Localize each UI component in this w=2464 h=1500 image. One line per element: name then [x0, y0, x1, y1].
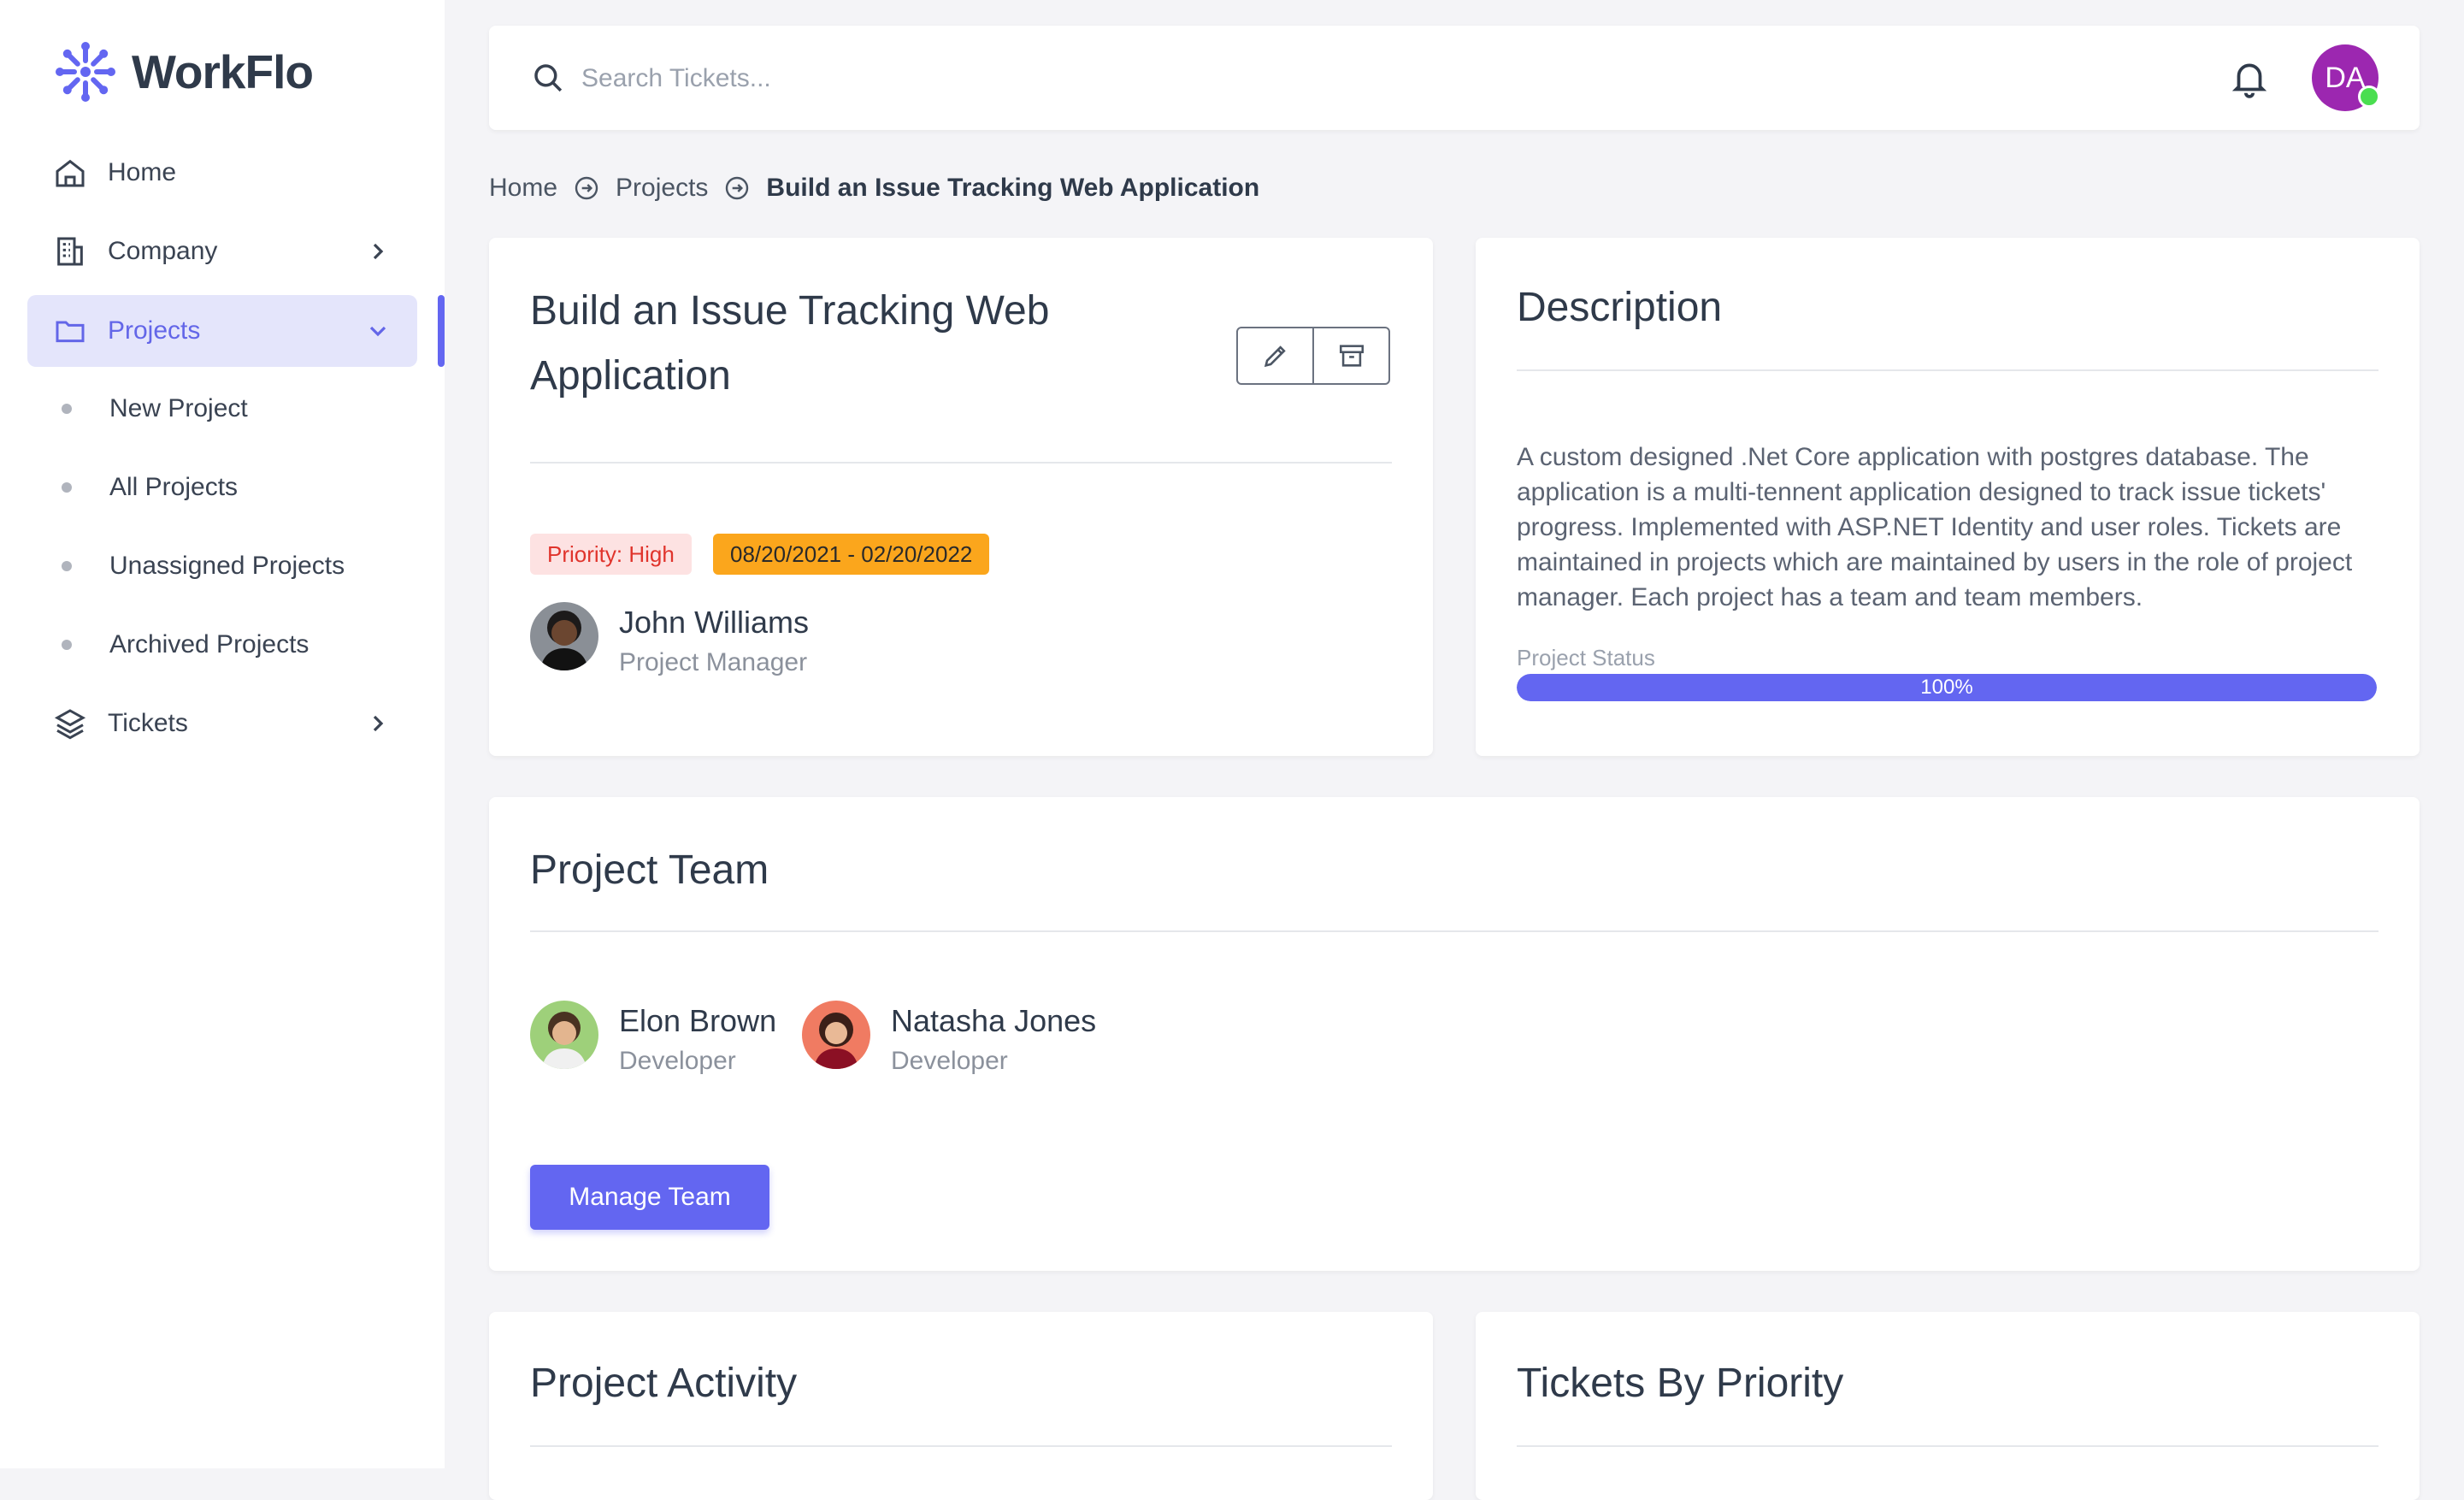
- breadcrumb-projects[interactable]: Projects: [616, 174, 708, 203]
- sidebar-item-label: Projects: [108, 316, 201, 345]
- project-activity-card: Project Activity: [489, 1312, 1433, 1500]
- team-member[interactable]: Natasha Jones Developer: [802, 1001, 1096, 1081]
- avatar: [530, 1001, 598, 1069]
- divider: [530, 462, 1392, 464]
- archive-button[interactable]: [1312, 328, 1388, 383]
- pencil-icon: [1264, 345, 1286, 368]
- description-card: Description A custom designed .Net Core …: [1476, 238, 2420, 756]
- sidebar-item-projects[interactable]: Projects: [27, 295, 417, 367]
- avatar: [802, 1001, 870, 1069]
- progress-fill: 100%: [1517, 674, 2377, 701]
- project-title: Build an Issue Tracking Web Application: [530, 288, 1050, 399]
- member-role: Developer: [891, 1047, 1008, 1075]
- avatar: [530, 602, 598, 670]
- sidebar-subitem-label: Unassigned Projects: [109, 552, 345, 580]
- bullet-icon: [62, 482, 72, 493]
- sidebar-subitem-label: Archived Projects: [109, 630, 309, 658]
- sidebar-subitem-new-project[interactable]: New Project: [62, 383, 248, 434]
- description-text: A custom designed .Net Core application …: [1517, 443, 2353, 611]
- sidebar-subitem-archived-projects[interactable]: Archived Projects: [62, 619, 309, 670]
- home-icon: [56, 159, 85, 187]
- top-bar: DA: [489, 26, 2420, 130]
- active-indicator: [438, 295, 445, 367]
- sidebar-item-home[interactable]: Home: [27, 137, 417, 209]
- sidebar-item-tickets[interactable]: Tickets: [27, 688, 417, 759]
- logo-icon: [56, 42, 115, 102]
- sidebar: WorkFlo Home Company Projects New Projec…: [0, 0, 445, 1468]
- divider: [1517, 1445, 2379, 1447]
- tickets-by-priority-title: Tickets By Priority: [1517, 1361, 1844, 1406]
- breadcrumb-current: Build an Issue Tracking Web Application: [766, 174, 1260, 202]
- arrow-circle-right-icon: [575, 176, 598, 200]
- sidebar-item-company[interactable]: Company: [27, 216, 417, 287]
- breadcrumb: Home Projects Build an Issue Tracking We…: [489, 169, 1259, 207]
- layers-icon: [54, 709, 86, 740]
- project-manager: John Williams Project Manager: [530, 602, 809, 682]
- description-title: Description: [1517, 285, 1723, 330]
- logo[interactable]: WorkFlo: [55, 41, 314, 103]
- divider: [530, 930, 2379, 932]
- app-name: WorkFlo: [132, 45, 314, 98]
- team-member[interactable]: Elon Brown Developer: [530, 1001, 776, 1081]
- project-actions: [1236, 327, 1390, 385]
- project-details-card: Build an Issue Tracking Web Application …: [489, 238, 1433, 756]
- user-avatar[interactable]: DA: [2312, 44, 2380, 111]
- date-range-badge: 08/20/2021 - 02/20/2022: [713, 534, 990, 575]
- chevron-down-icon: [369, 326, 386, 337]
- divider: [530, 1445, 1392, 1447]
- project-team-title: Project Team: [530, 847, 769, 893]
- online-status-dot: [2358, 86, 2380, 108]
- chevron-right-icon: [373, 715, 384, 732]
- project-status-label: Project Status: [1517, 645, 1655, 670]
- edit-button[interactable]: [1238, 328, 1312, 383]
- project-status-progress: 100%: [1517, 674, 2377, 701]
- search-icon: [534, 64, 563, 92]
- breadcrumb-home[interactable]: Home: [489, 174, 557, 203]
- tickets-by-priority-card: Tickets By Priority: [1476, 1312, 2420, 1500]
- divider: [1517, 369, 2379, 371]
- manage-team-button[interactable]: Manage Team: [530, 1165, 769, 1230]
- project-activity-title: Project Activity: [530, 1361, 798, 1406]
- project-team-card: Project Team Elon Brown Developer Natash…: [489, 797, 2420, 1271]
- search-input[interactable]: [580, 51, 1609, 106]
- bullet-icon: [62, 561, 72, 571]
- chevron-right-icon: [373, 243, 384, 260]
- archive-icon: [1339, 345, 1364, 367]
- sidebar-item-label: Company: [108, 237, 218, 265]
- sidebar-item-label: Home: [108, 158, 177, 186]
- manager-name: John Williams: [619, 605, 810, 640]
- sidebar-subitem-label: All Projects: [109, 473, 239, 501]
- sidebar-subitem-unassigned-projects[interactable]: Unassigned Projects: [62, 540, 345, 592]
- bullet-icon: [62, 404, 72, 414]
- sidebar-subitem-all-projects[interactable]: All Projects: [62, 462, 238, 513]
- member-role: Developer: [619, 1047, 736, 1075]
- member-name: Elon Brown: [619, 1003, 777, 1038]
- member-name: Natasha Jones: [891, 1003, 1097, 1038]
- priority-badge: Priority: High: [530, 534, 692, 575]
- sidebar-item-label: Tickets: [108, 709, 188, 737]
- bell-icon[interactable]: [2228, 56, 2271, 99]
- bullet-icon: [62, 640, 72, 650]
- sidebar-subitem-label: New Project: [109, 394, 248, 422]
- manager-role: Project Manager: [619, 648, 808, 676]
- arrow-circle-right-icon: [726, 176, 749, 200]
- building-icon: [57, 237, 83, 266]
- folder-icon: [56, 321, 85, 343]
